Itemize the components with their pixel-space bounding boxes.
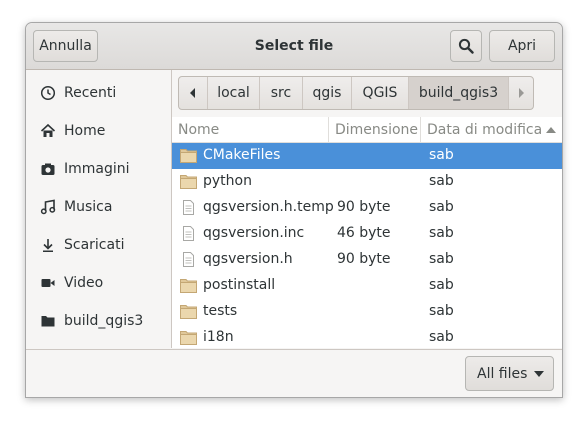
file-modified: sab [429,277,454,293]
sidebar-item-label: build_qgis3 [64,313,144,329]
clock-icon [39,84,57,102]
text-file-icon [180,226,197,241]
search-button[interactable] [450,30,482,62]
file-list: Nome Dimensione Data di modifica CMakeFi… [172,117,562,348]
sidebar-item-label: Scaricati [64,237,125,253]
path-segment-qgis[interactable]: qgis [303,77,352,109]
file-row[interactable]: i18n sab [172,325,562,348]
file-name: qgsversion.h [203,251,293,267]
file-filter-value: All files [477,365,528,382]
file-size: 90 byte [337,199,391,215]
file-row[interactable]: qgsversion.h 90 byte sab [172,247,562,273]
file-name: python [203,173,252,189]
sidebar-item-immagini[interactable]: Immagini [26,150,171,188]
sidebar-item-home[interactable]: Home [26,112,171,150]
file-filter-dropdown[interactable]: All files [465,356,554,391]
sidebar-item-recenti[interactable]: Recenti [26,74,171,112]
folder-icon [180,174,197,189]
column-header-name[interactable]: Nome [172,117,329,143]
file-modified: sab [429,251,454,267]
text-file-icon [180,252,197,267]
sidebar-item-label: Home [64,123,106,139]
cancel-button-label: Annulla [39,38,92,54]
file-modified: sab [429,225,454,241]
folder-icon [39,312,57,330]
file-chooser-dialog: Annulla Select file Apri Recenti Home Im… [25,22,563,398]
sidebar-item-label: Recenti [64,85,117,101]
header-bar: Annulla Select file Apri [26,23,562,70]
home-icon [39,122,57,140]
cancel-button[interactable]: Annulla [33,30,98,62]
file-name: i18n [203,329,234,345]
music-icon [39,198,57,216]
chevron-left-icon [190,88,195,98]
column-header-label: Data di modifica [427,121,543,138]
file-row[interactable]: postinstall sab [172,273,562,299]
file-size: 90 byte [337,251,391,267]
file-row[interactable]: python sab [172,169,562,195]
path-bar: local src qgis QGIS build_qgis3 [178,76,534,110]
chevron-right-icon [519,88,524,98]
folder-icon [180,148,197,163]
file-row[interactable]: CMakeFiles sab [172,143,562,169]
sidebar-item-label: Video [64,275,104,291]
chevron-down-icon [534,371,544,377]
camera-icon [39,160,57,178]
path-segment-label: QGIS [362,85,398,101]
download-icon [39,236,57,254]
dialog-footer: All files [26,349,562,397]
path-segment-src[interactable]: src [260,77,303,109]
file-modified: sab [429,147,454,163]
path-scroll-left-button[interactable] [179,77,208,109]
column-header-modified[interactable]: Data di modifica [421,117,562,143]
path-segment-label: src [270,85,292,101]
file-modified: sab [429,173,454,189]
path-segment-label: build_qgis3 [418,85,499,101]
path-segment-label: local [217,85,250,101]
sidebar-item-build-qgis3[interactable]: build_qgis3 [26,302,171,340]
file-name: CMakeFiles [203,147,281,163]
open-button[interactable]: Apri [489,30,555,62]
file-row[interactable]: qgsversion.inc 46 byte sab [172,221,562,247]
sidebar-item-label: Musica [64,199,113,215]
path-segment-local[interactable]: local [208,77,260,109]
sidebar-item-video[interactable]: Video [26,264,171,302]
path-scroll-right-button[interactable] [509,77,533,109]
path-segment-QGIS[interactable]: QGIS [352,77,409,109]
file-name: postinstall [203,277,276,293]
text-file-icon [180,200,197,215]
column-header-label: Dimensione [335,121,419,138]
open-button-label: Apri [507,38,537,54]
sidebar-item-scaricati[interactable]: Scaricati [26,226,171,264]
path-segment-build-qgis3[interactable]: build_qgis3 [409,77,509,109]
file-modified: sab [429,303,454,319]
search-icon [458,38,474,54]
folder-icon [180,278,197,293]
sidebar-item-label: Immagini [64,161,130,177]
file-name: qgsversion.h.temp [203,199,334,215]
video-icon [39,274,57,292]
file-size: 46 byte [337,225,391,241]
file-name: qgsversion.inc [203,225,305,241]
column-header-size[interactable]: Dimensione [329,117,421,143]
folder-icon [180,304,197,319]
file-modified: sab [429,329,454,345]
column-header-label: Nome [178,121,220,138]
places-sidebar: Recenti Home Immagini Musica Scaricati V… [26,70,172,348]
sort-ascending-icon [546,126,557,133]
file-row[interactable]: tests sab [172,299,562,325]
file-modified: sab [429,199,454,215]
path-segment-label: qgis [312,85,342,101]
file-row[interactable]: qgsversion.h.temp 90 byte sab [172,195,562,221]
folder-icon [180,330,197,345]
file-name: tests [203,303,238,319]
sidebar-item-musica[interactable]: Musica [26,188,171,226]
